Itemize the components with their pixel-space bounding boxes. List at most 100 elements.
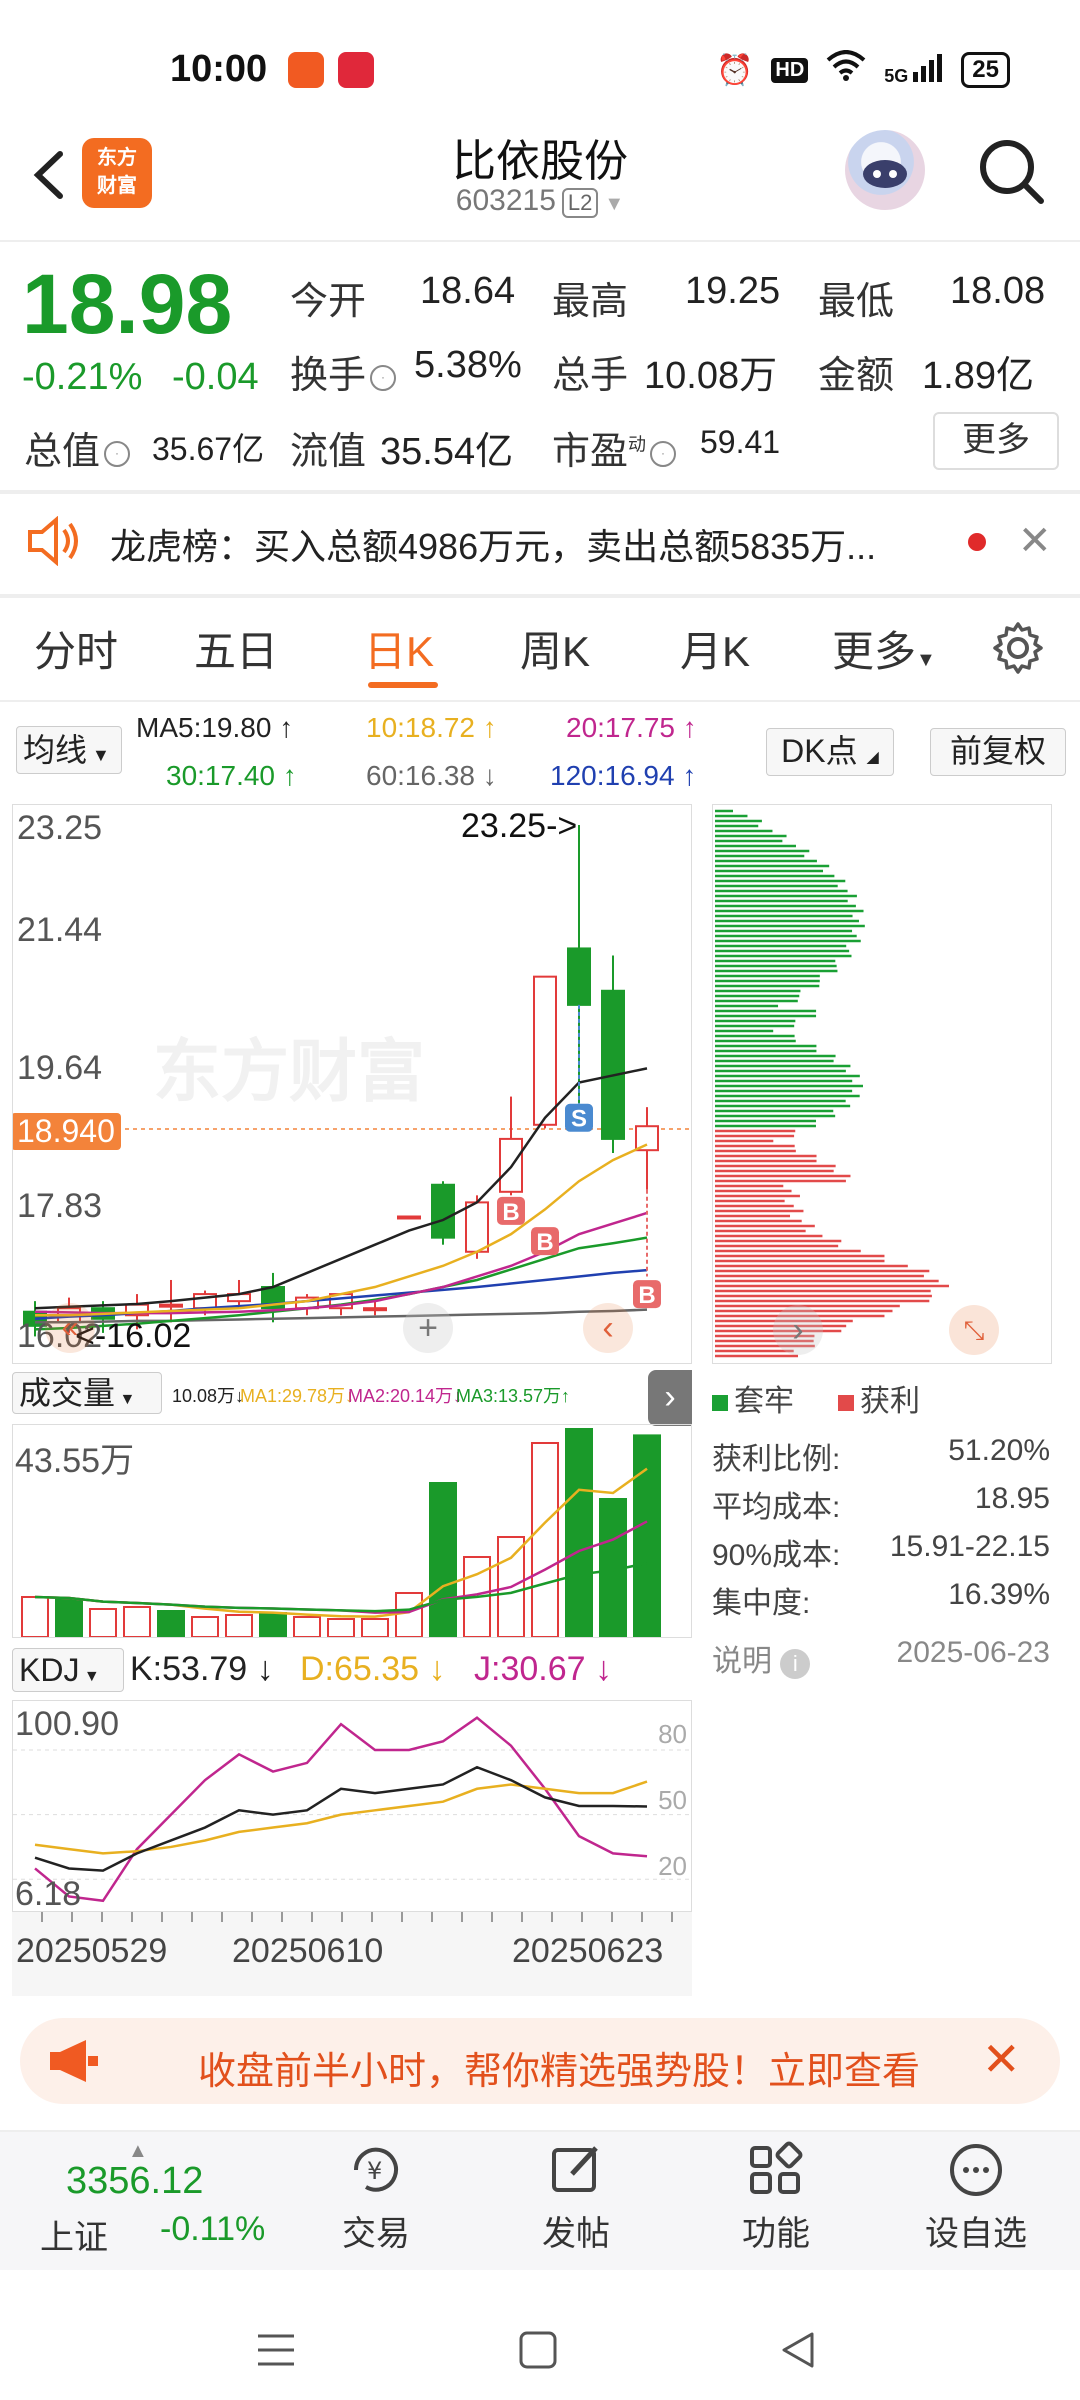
kdj-level-50: 50 <box>658 1785 687 1815</box>
chip-next-icon[interactable]: › <box>773 1305 823 1355</box>
chip-stat-value: 51.20% <box>948 1434 1050 1467</box>
y-axis-label: 23.25 <box>17 809 103 847</box>
more-button[interactable]: 更多 <box>933 412 1059 470</box>
candle-body <box>635 1125 659 1152</box>
kdj-bottom-label: 6.18 <box>15 1875 82 1912</box>
info-icon[interactable]: · <box>104 440 131 467</box>
volume-selector[interactable]: 成交量 ▼ <box>12 1372 162 1414</box>
volume-bar <box>361 1618 389 1637</box>
volume-bar <box>531 1442 559 1637</box>
tab-five-day[interactable]: 五日 <box>194 618 278 679</box>
buy-signal-badge-text: B <box>502 1199 519 1226</box>
volume-bar <box>21 1596 49 1637</box>
ma-selector[interactable]: 均线 ▼ <box>16 726 122 774</box>
assistant-robot-icon[interactable] <box>845 130 925 210</box>
functions-button[interactable]: 功能 <box>706 2140 846 2255</box>
candle-body <box>533 975 557 1126</box>
legend-profit: 获利 <box>838 1376 920 1420</box>
y-axis-label: 19.64 <box>17 1049 103 1087</box>
ma60-value: 60:16.38 ↓ <box>366 760 497 791</box>
zoom-in-icon[interactable]: + <box>403 1303 453 1353</box>
volume-bar <box>225 1614 253 1637</box>
tab-weekly-k[interactable]: 周K <box>520 618 590 679</box>
chip-distribution-chart: › ⤡ <box>712 804 1052 1364</box>
chip-stat-value: 16.39% <box>948 1578 1050 1611</box>
volume-bar <box>327 1618 355 1637</box>
info-icon[interactable]: · <box>370 364 397 391</box>
volume-bar <box>89 1608 117 1637</box>
scroll-left-fast-icon[interactable]: « <box>45 1303 95 1353</box>
vol-ma3: MA3:13.57万↑ <box>456 1386 571 1406</box>
kline-chart[interactable]: 东方财富 SBBB 23.25 21.44 19.64 17.83 16.02 … <box>12 804 692 1364</box>
trade-icon: ¥ <box>346 2140 406 2200</box>
add-watchlist-button[interactable]: 设自选 <box>906 2140 1046 2255</box>
volume-bar <box>565 1428 593 1637</box>
expand-icon[interactable]: ⤡ <box>949 1305 999 1355</box>
kdj-d-line <box>34 1780 648 1855</box>
volume-bar <box>395 1592 423 1637</box>
ma10-value: 10:18.72 ↑ <box>366 712 497 743</box>
high-label: 最高 <box>552 281 629 323</box>
level2-badge: L2 <box>561 188 599 218</box>
notice-text: 龙虎榜：买入总额4986万元，卖出总额5835万... <box>110 526 877 567</box>
tab-indicator <box>368 682 438 688</box>
pct-change: -0.21% <box>22 356 143 398</box>
open-label: 今开 <box>290 281 367 323</box>
amount-value: 1.89亿 <box>922 355 1034 397</box>
amount-label: 金额 <box>818 355 895 397</box>
dk-point-button[interactable]: DK点 ◢ <box>766 728 894 776</box>
tab-intraday[interactable]: 分时 <box>34 618 118 679</box>
trade-button[interactable]: ¥ 交易 <box>306 2140 446 2255</box>
forward-adjust-button[interactable]: 前复权 <box>930 728 1066 776</box>
abs-change: -0.04 <box>172 356 259 398</box>
kdj-k: K:53.79 ↓ <box>130 1650 274 1688</box>
close-icon[interactable]: ✕ <box>982 2032 1021 2086</box>
home-icon[interactable] <box>518 2330 558 2375</box>
chip-stat-label: 平均成本: <box>712 1491 841 1524</box>
tab-more[interactable]: 更多▼ <box>832 618 936 679</box>
edit-icon <box>546 2140 606 2200</box>
signal-icon: 5G <box>884 53 943 87</box>
ma120-value: 120:16.94 ↑ <box>550 760 697 791</box>
volume-bar <box>633 1434 661 1637</box>
app-notification-icon-2 <box>338 52 374 88</box>
float-label: 流值 <box>290 431 367 473</box>
back-nav-icon[interactable] <box>778 2330 818 2375</box>
y-axis-label: 17.83 <box>17 1187 103 1225</box>
menu-icon[interactable] <box>256 2330 296 2375</box>
volume-bar <box>429 1482 457 1637</box>
kdj-d: D:65.35 ↓ <box>300 1650 446 1688</box>
chip-stat-label: 90%成本: <box>712 1539 841 1572</box>
status-time: 10:00 <box>170 48 268 90</box>
pe-label: 市盈动 · <box>552 420 677 475</box>
tab-daily-k[interactable]: 日K <box>364 618 434 679</box>
low-label: 最低 <box>818 281 895 323</box>
chip-date: 2025-06-23 <box>896 1636 1050 1669</box>
expand-panel-icon[interactable]: › <box>648 1370 692 1426</box>
index-value[interactable]: 3356.12 <box>66 2160 203 2203</box>
tab-monthly-k[interactable]: 月K <box>680 618 750 679</box>
status-icons: ⏰ HD 5G 25 <box>716 50 1010 90</box>
post-button[interactable]: 发帖 <box>506 2140 646 2255</box>
date-label: 20250623 <box>512 1932 664 1970</box>
volume-bar <box>123 1606 151 1637</box>
buy-signal-badge: B <box>633 1280 661 1309</box>
gear-icon[interactable] <box>990 620 1046 676</box>
buy-signal-badge-text: B <box>536 1229 553 1256</box>
status-bar: 10:00 ⏰ HD 5G 25 <box>0 0 1080 140</box>
index-name: 上证 <box>40 2219 108 2257</box>
chip-note-link[interactable]: 说明 i <box>712 1636 811 1680</box>
volume-chart: 43.55万 <box>12 1424 692 1638</box>
scroll-left-icon[interactable]: ‹ <box>583 1303 633 1353</box>
info-icon[interactable]: · <box>650 440 677 467</box>
candle-body <box>567 947 591 1006</box>
volume-header: 成交量 ▼ 10.08万↓ MA1:29.78万↓ MA2:20.14万↓ MA… <box>12 1370 692 1426</box>
search-icon[interactable] <box>975 135 1047 207</box>
candle-body <box>397 1215 421 1220</box>
buy-signal-badge: B <box>531 1227 559 1256</box>
candle-body <box>363 1307 387 1312</box>
alarm-icon: ⏰ <box>716 53 754 87</box>
kdj-selector[interactable]: KDJ ▼ <box>12 1648 124 1692</box>
pe-value: 59.41 <box>700 424 781 460</box>
close-icon[interactable]: ✕ <box>1018 518 1052 564</box>
